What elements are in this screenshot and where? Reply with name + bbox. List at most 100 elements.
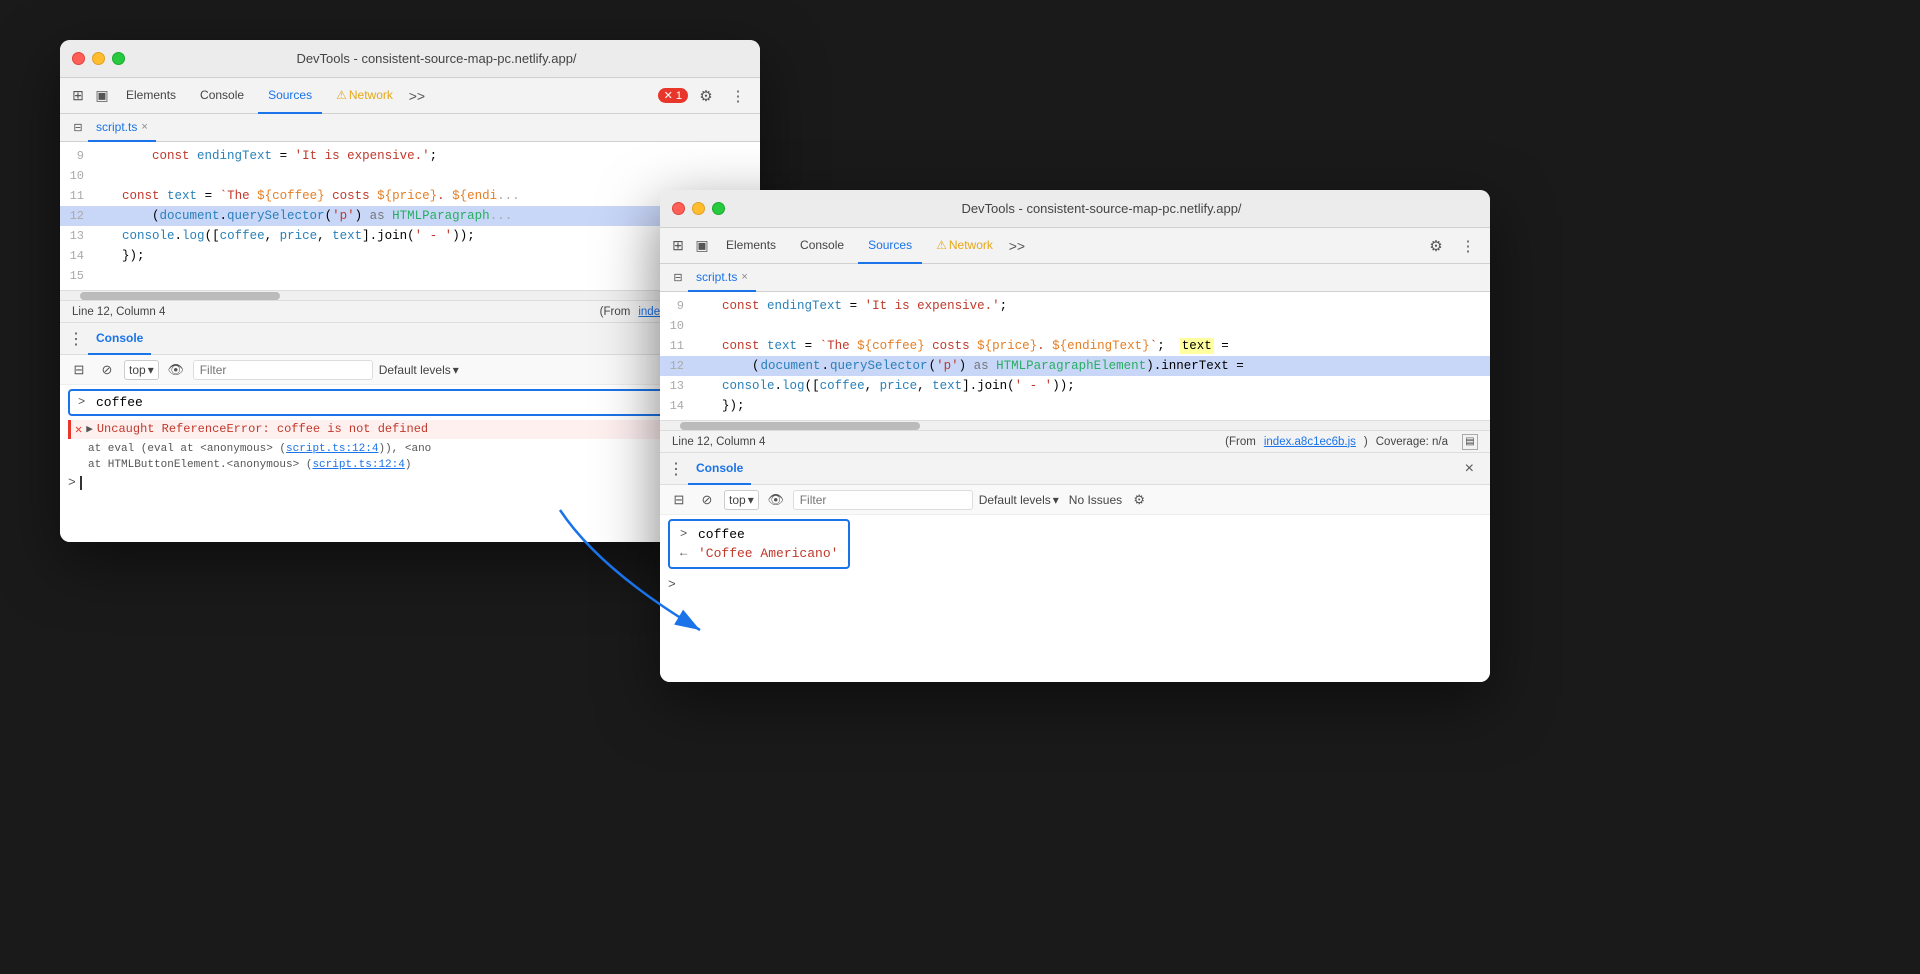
tab-network-1[interactable]: ⚠ Network	[326, 78, 403, 114]
network-warning-icon-1: ⚠	[336, 88, 347, 102]
error-badge-1: ✕ 1	[658, 88, 688, 103]
error-expand-1[interactable]: ▶	[86, 422, 93, 436]
title-bar-2: DevTools - consistent-source-map-pc.netl…	[660, 190, 1490, 228]
console-trace-2: at HTMLButtonElement.<anonymous> (script…	[68, 457, 752, 473]
code-section-1: 9 const endingText = 'It is expensive.';…	[60, 142, 760, 322]
console-panel-2: ⋮ Console × ⊟ ⊘ top ▾ 👁 Default levels ▾…	[660, 452, 1490, 682]
devtools-toolbar-2: ⊞ ▣ Elements Console Sources ⚠ Network >…	[660, 228, 1490, 264]
settings-button-1[interactable]: ⚙	[692, 82, 720, 110]
console-menu-icon-1[interactable]: ⋮	[68, 329, 84, 349]
devtools-window-2: DevTools - consistent-source-map-pc.netl…	[660, 190, 1490, 682]
status-link-2[interactable]: index.a8c1ec6b.js	[1264, 436, 1356, 448]
tab-sources-1[interactable]: Sources	[258, 78, 322, 114]
scrollbar-thumb-2[interactable]	[680, 422, 920, 430]
console-content-1: > coffee ✕ ▶ Uncaught ReferenceError: co…	[60, 385, 760, 542]
scrollbar-2[interactable]	[660, 420, 1490, 430]
trace-link-2[interactable]: script.ts:12:4	[312, 459, 404, 471]
close-button-2[interactable]	[672, 202, 685, 215]
device-icon-2[interactable]: ▣	[692, 236, 712, 256]
console-default-levels-2[interactable]: Default levels ▾	[979, 493, 1059, 507]
console-toolbar-2: ⊟ ⊘ top ▾ 👁 Default levels ▾ No Issues ⚙	[660, 485, 1490, 515]
code-lines-2: 9 const endingText = 'It is expensive.';…	[660, 292, 1490, 420]
close-button-1[interactable]	[72, 52, 85, 65]
file-tab-close-2[interactable]: ×	[741, 271, 747, 283]
console-default-levels-1[interactable]: Default levels ▾	[379, 363, 459, 377]
console-context-selector-2[interactable]: top ▾	[724, 490, 759, 510]
console-panel-1: ⋮ Console ⊟ ⊘ top ▾ 👁 Default levels ▾	[60, 322, 760, 542]
window-title-1: DevTools - consistent-source-map-pc.netl…	[125, 51, 748, 66]
console-content-2: > coffee ← 'Coffee Americano' >	[660, 515, 1490, 682]
tab-elements-1[interactable]: Elements	[116, 78, 186, 114]
expand-arrow-1[interactable]: >	[78, 395, 92, 409]
code-line-9-w2: 9 const endingText = 'It is expensive.';	[660, 296, 1490, 316]
maximize-button-2[interactable]	[712, 202, 725, 215]
window-body-1: ⊟ script.ts × 9 const endingText = 'It i…	[60, 114, 760, 542]
code-line-9-w1: 9 const endingText = 'It is expensive.';	[60, 146, 760, 166]
file-tab-label-2: script.ts	[696, 270, 737, 284]
tab-network-2[interactable]: ⚠ Network	[926, 228, 1003, 264]
scrollbar-1[interactable]	[60, 290, 760, 300]
code-line-10-w1: 10	[60, 166, 760, 186]
console-eye-icon-1[interactable]: 👁	[165, 359, 187, 381]
console-result-box: > coffee ← 'Coffee Americano'	[668, 519, 850, 569]
console-ban-icon-2[interactable]: ⊘	[696, 489, 718, 511]
console-menu-icon-2[interactable]: ⋮	[668, 459, 684, 479]
console-ban-icon-1[interactable]: ⊘	[96, 359, 118, 381]
cursor-icon-2[interactable]: ⊞	[668, 236, 688, 256]
console-tab-1[interactable]: Console	[88, 323, 151, 355]
status-bar-2: Line 12, Column 4 (From index.a8c1ec6b.j…	[660, 430, 1490, 452]
chevron-down-icon-4: ▾	[1053, 493, 1059, 507]
code-editor-1: 9 const endingText = 'It is expensive.';…	[60, 142, 760, 290]
sidebar-toggle-2[interactable]: ⊟	[668, 268, 688, 288]
file-tab-bar-1: ⊟ script.ts ×	[60, 114, 760, 142]
devtools-toolbar-1: ⊞ ▣ Elements Console Sources ⚠ Network >…	[60, 78, 760, 114]
coverage-text: Coverage: n/a	[1376, 436, 1448, 448]
scrollbar-thumb-1[interactable]	[80, 292, 280, 300]
tab-console-2[interactable]: Console	[790, 228, 854, 264]
chevron-down-icon-2: ▾	[453, 363, 459, 377]
code-line-11-w1: 11 const text = `The ${coffee} costs ${p…	[60, 186, 760, 206]
console-sidebar-toggle-1[interactable]: ⊟	[68, 359, 90, 381]
more-tabs-icon-1[interactable]: >>	[407, 86, 427, 106]
console-error-entry-1: ✕ ▶ Uncaught ReferenceError: coffee is n…	[68, 420, 752, 439]
more-options-button-2[interactable]: ⋮	[1454, 232, 1482, 260]
settings-button-2[interactable]: ⚙	[1422, 232, 1450, 260]
console-settings-icon-2[interactable]: ⚙	[1128, 489, 1150, 511]
more-options-button-1[interactable]: ⋮	[724, 82, 752, 110]
expand-arrow-2[interactable]: >	[680, 527, 694, 541]
minimize-button-1[interactable]	[92, 52, 105, 65]
file-tab-close-1[interactable]: ×	[141, 121, 147, 133]
error-message-1: Uncaught ReferenceError: coffee is not d…	[97, 422, 428, 436]
console-filter-input-1[interactable]	[193, 360, 373, 380]
console-close-button[interactable]: ×	[1457, 456, 1482, 482]
file-tab-bar-2: ⊟ script.ts ×	[660, 264, 1490, 292]
window-title-2: DevTools - consistent-source-map-pc.netl…	[725, 201, 1478, 216]
maximize-button-1[interactable]	[112, 52, 125, 65]
console-tab-2[interactable]: Console	[688, 453, 751, 485]
tab-sources-2[interactable]: Sources	[858, 228, 922, 264]
console-context-selector-1[interactable]: top ▾	[124, 360, 159, 380]
code-line-11-w2: 11 const text = `The ${coffee} costs ${p…	[660, 336, 1490, 356]
file-tab-script-1[interactable]: script.ts ×	[88, 114, 156, 142]
sidebar-toggle-1[interactable]: ⊟	[68, 118, 88, 138]
traffic-lights-1	[72, 52, 125, 65]
code-lines-1: 9 const endingText = 'It is expensive.';…	[60, 142, 760, 290]
console-eye-icon-2[interactable]: 👁	[765, 489, 787, 511]
tab-elements-2[interactable]: Elements	[716, 228, 786, 264]
cursor-icon[interactable]: ⊞	[68, 86, 88, 106]
minimize-button-2[interactable]	[692, 202, 705, 215]
device-icon[interactable]: ▣	[92, 86, 112, 106]
console-filter-input-2[interactable]	[793, 490, 973, 510]
trace-link-1[interactable]: script.ts:12:4	[286, 443, 378, 455]
console-sidebar-toggle-2[interactable]: ⊟	[668, 489, 690, 511]
console-entry-coffee-1: > coffee	[68, 389, 752, 416]
code-line-13-w1: 13 console.log([coffee, price, text].joi…	[60, 226, 760, 246]
more-tabs-icon-2[interactable]: >>	[1007, 236, 1027, 256]
window-body-2: ⊟ script.ts × 9 const endingText = 'It i…	[660, 264, 1490, 682]
coverage-icon[interactable]: ▤	[1462, 434, 1478, 450]
console-coffee-text-1: coffee	[96, 395, 143, 410]
file-tab-script-2[interactable]: script.ts ×	[688, 264, 756, 292]
console-input-line-2: >	[668, 575, 1482, 594]
tab-console-1[interactable]: Console	[190, 78, 254, 114]
console-toolbar-1: ⊟ ⊘ top ▾ 👁 Default levels ▾	[60, 355, 760, 385]
